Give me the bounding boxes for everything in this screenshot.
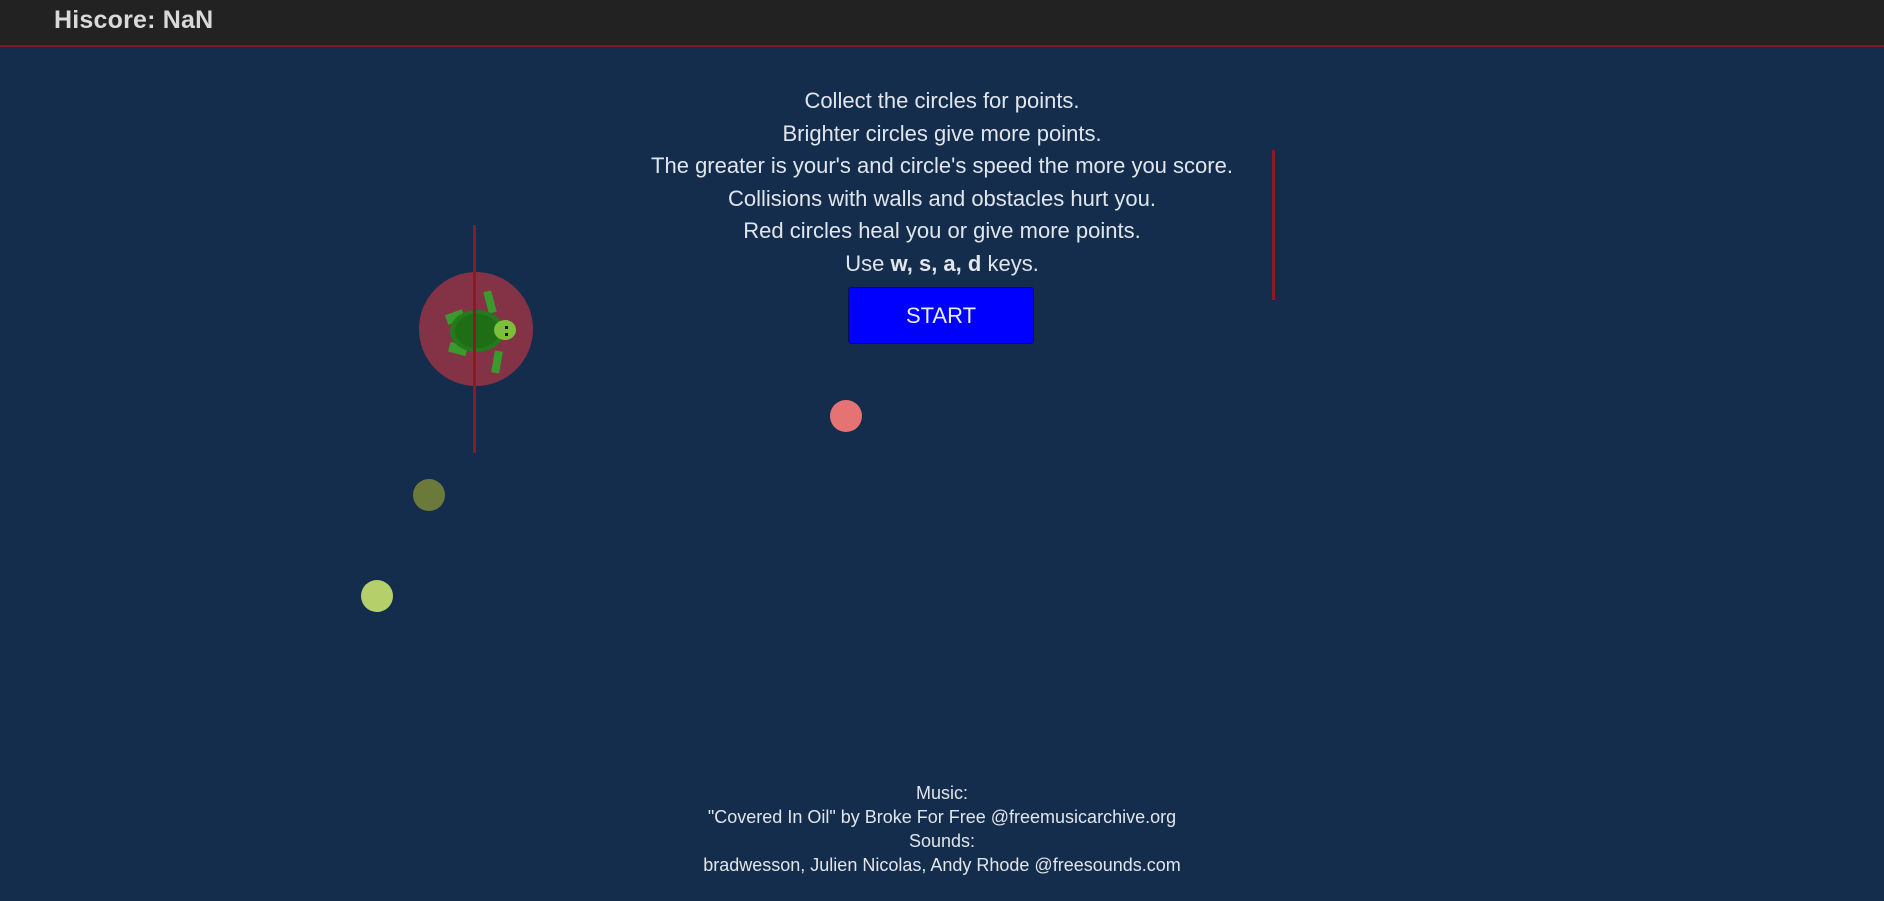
keys-suffix: keys. — [987, 250, 1039, 276]
instruction-line: Red circles heal you or give more points… — [743, 218, 1141, 243]
instructions: Collect the circles for points. Brighter… — [0, 85, 1884, 280]
music-credit: "Covered In Oil" by Broke For Free @free… — [707, 807, 1177, 827]
instruction-line: The greater is your's and circle's speed… — [651, 153, 1233, 178]
red-circle — [830, 400, 862, 432]
instruction-line: Brighter circles give more points. — [782, 120, 1102, 146]
credits: Music: "Covered In Oil" by Broke For Fre… — [0, 781, 1884, 877]
instruction-line: Collect the circles for points. — [804, 88, 1080, 113]
keys-prefix: Use — [845, 250, 885, 276]
keys-list: w, s, a, d — [890, 250, 982, 276]
instruction-line: Collisions with walls and obstacles hurt… — [728, 185, 1156, 211]
start-button[interactable]: START — [848, 287, 1034, 344]
instruction-line-keys: Use w, s, a, d keys. — [0, 248, 1884, 281]
olive-circle — [413, 479, 445, 511]
sounds-credit: bradwesson, Julien Nicolas, Andy Rhode @… — [703, 855, 1181, 875]
sounds-label: Sounds: — [908, 831, 976, 851]
music-label: Music: — [915, 783, 968, 803]
lime-circle — [361, 580, 393, 612]
